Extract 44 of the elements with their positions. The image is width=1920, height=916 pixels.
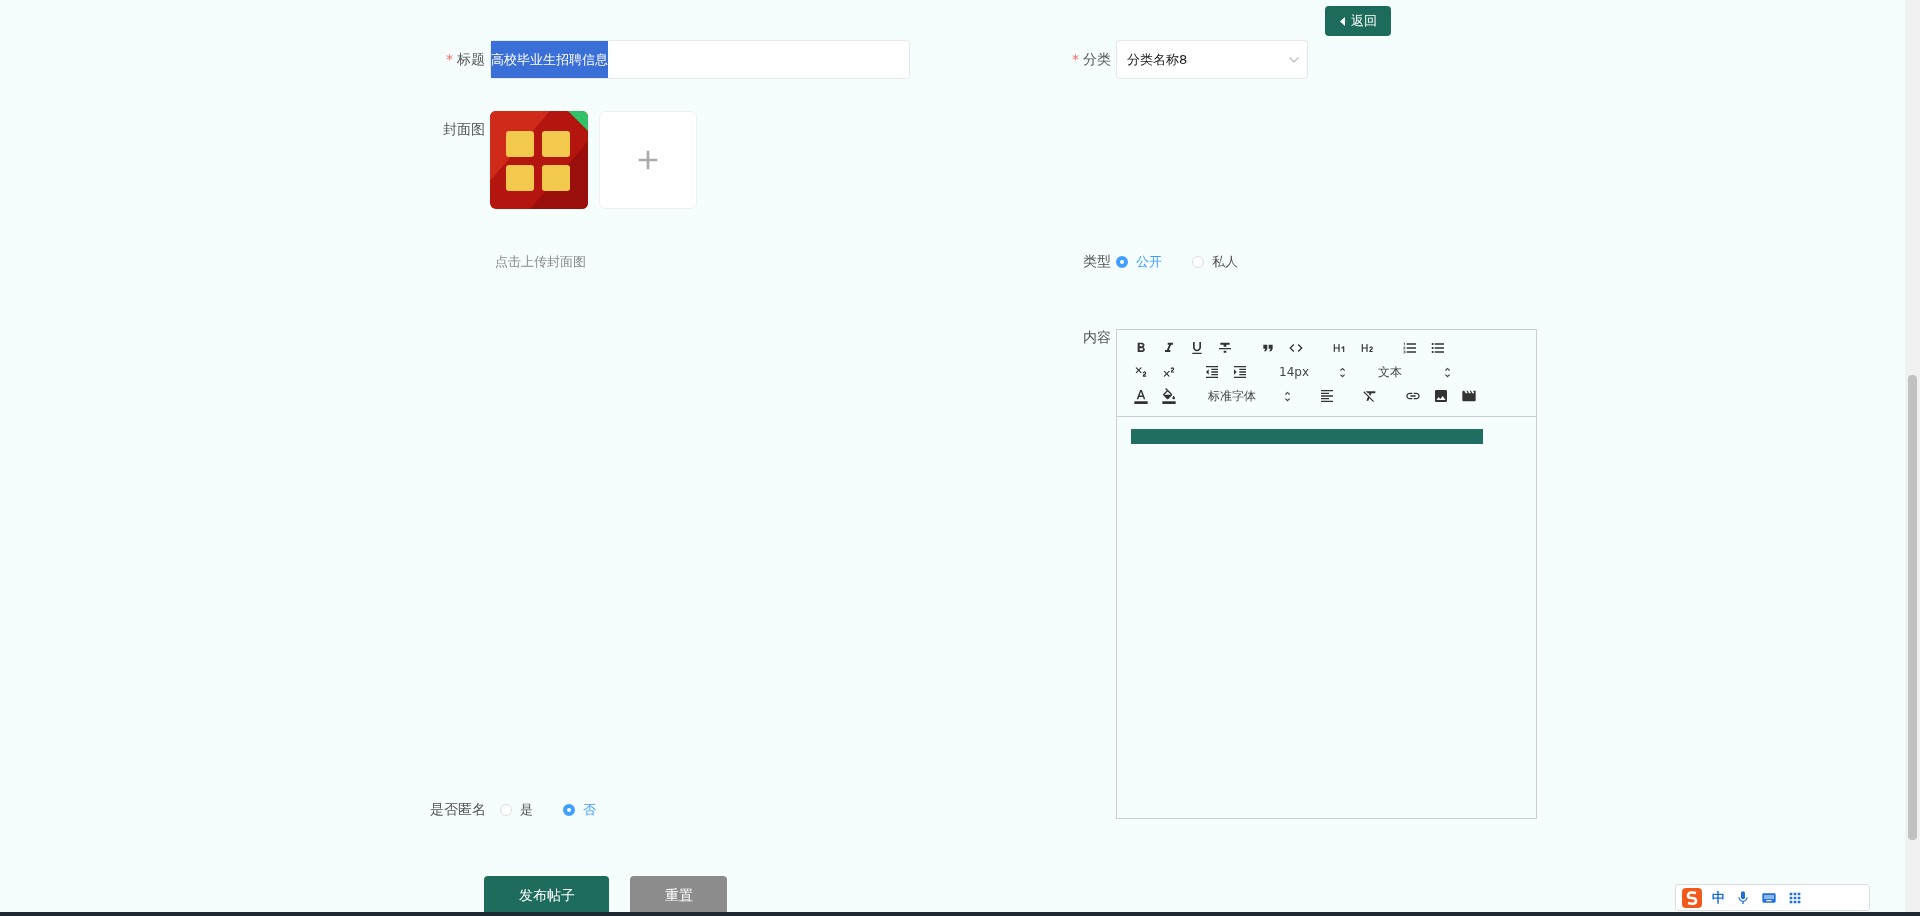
chevron-down-icon xyxy=(1289,56,1299,63)
required-mark: * xyxy=(1072,50,1079,67)
required-mark: * xyxy=(446,50,453,67)
scrollbar-thumb[interactable] xyxy=(1908,375,1917,840)
field-label: 内容 xyxy=(1082,329,1112,347)
radio-button[interactable] xyxy=(1116,256,1128,268)
text-color-icon xyxy=(1133,388,1149,404)
image-icon xyxy=(1433,388,1449,404)
background-color-icon xyxy=(1161,388,1177,404)
category-select[interactable]: 分类名称8 xyxy=(1116,40,1308,79)
caret-icon xyxy=(1339,16,1345,26)
rich-text-editor[interactable]: 14px 文本 标准字体 xyxy=(1116,329,1537,819)
clear-format-icon xyxy=(1362,388,1378,404)
align-left-icon xyxy=(1319,388,1335,404)
outdent-icon xyxy=(1204,364,1220,380)
indent-icon xyxy=(1232,364,1248,380)
field-label: 是否匿名 xyxy=(430,801,487,819)
bullet-list-icon xyxy=(1430,340,1446,356)
dropdown-picker[interactable]: 标准字体 xyxy=(1198,385,1298,407)
select-value: 分类名称8 xyxy=(1127,50,1188,69)
heading-two-icon xyxy=(1360,341,1374,355)
subscript-icon xyxy=(1134,365,1148,379)
radio-label[interactable]: 私人 xyxy=(1212,253,1238,271)
ime-mode[interactable]: 中 xyxy=(1712,888,1725,907)
dropdown-picker[interactable]: 14px xyxy=(1269,361,1353,383)
heading-one-icon xyxy=(1332,341,1346,355)
field-label: 类型 xyxy=(1082,253,1112,271)
back-button[interactable]: 返回 xyxy=(1325,6,1391,36)
underline-icon xyxy=(1189,340,1205,356)
field-label: 封面图 xyxy=(442,120,486,139)
field-label: * 标题 xyxy=(445,50,486,69)
title-input[interactable]: 高校毕业生招聘信息 xyxy=(490,40,910,79)
input-value: 高校毕业生招聘信息 xyxy=(491,41,608,78)
upload-hint: 点击上传封面图 xyxy=(495,253,586,271)
numbered-list-icon xyxy=(1402,340,1418,356)
radio-label[interactable]: 是 xyxy=(520,801,533,819)
ime-logo-icon xyxy=(1682,887,1702,908)
superscript-icon xyxy=(1162,365,1176,379)
strikethrough-icon xyxy=(1217,340,1233,356)
field-label: * 分类 xyxy=(1071,50,1112,69)
video-icon xyxy=(1461,388,1477,404)
radio-button[interactable] xyxy=(563,804,575,816)
dropdown-picker[interactable]: 文本 xyxy=(1368,361,1458,383)
microphone-icon[interactable] xyxy=(1735,889,1751,906)
